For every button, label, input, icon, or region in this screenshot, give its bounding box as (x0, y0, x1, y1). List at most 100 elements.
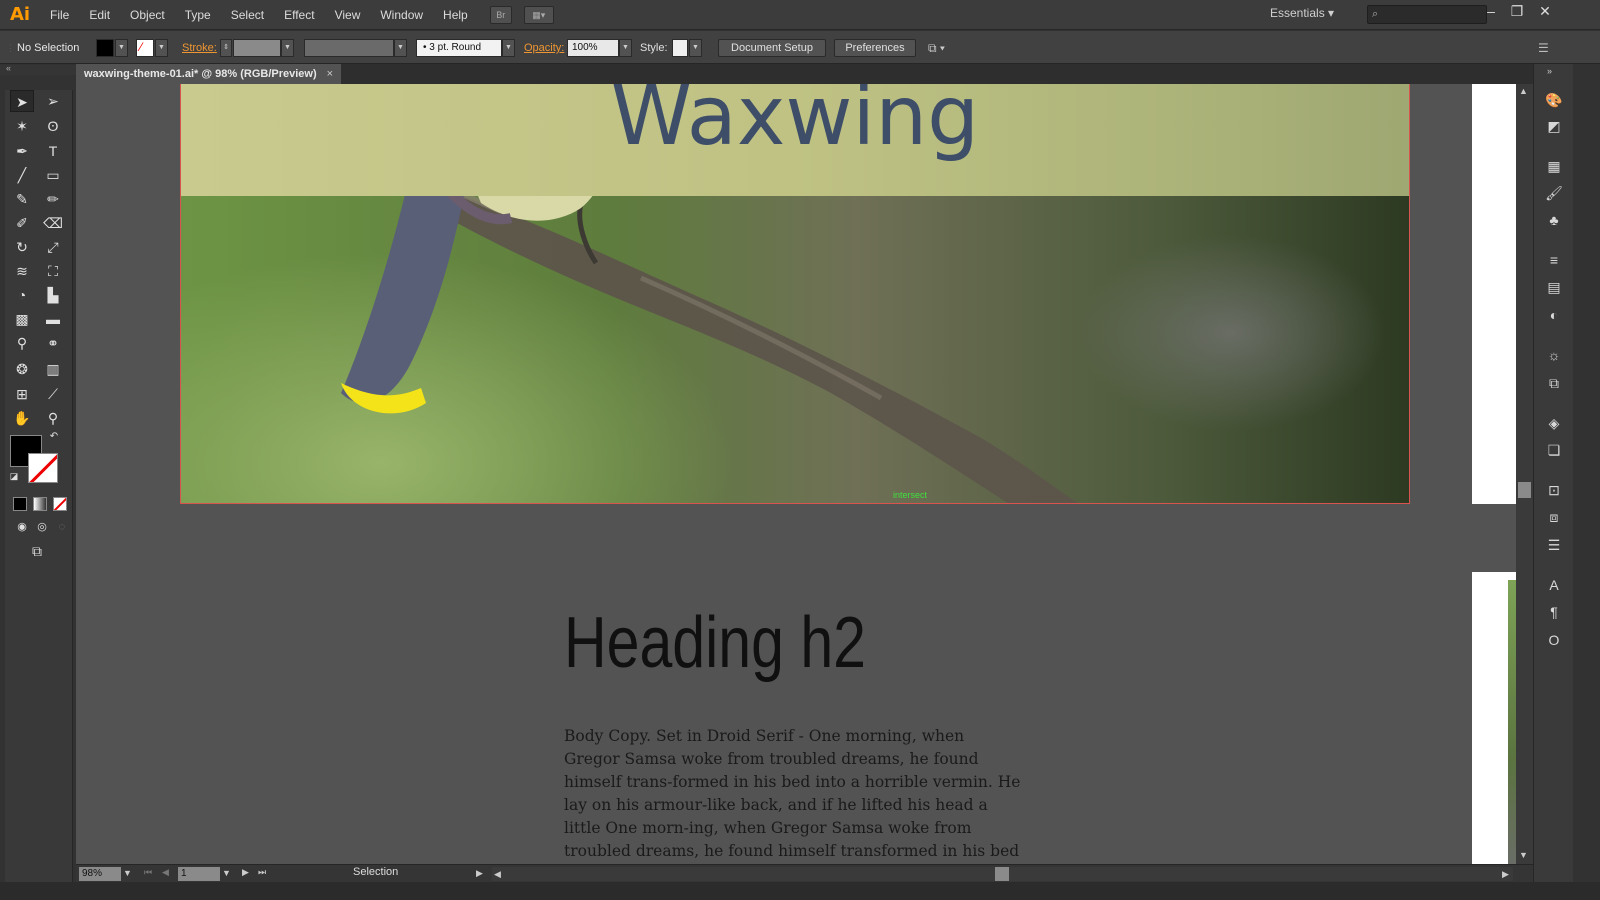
pen-tool-icon[interactable]: ✒ (10, 140, 34, 162)
opentype-panel-icon[interactable]: O (1542, 630, 1566, 650)
hero-artboard[interactable]: Waxwing intersect (180, 84, 1410, 504)
default-colors-icon[interactable]: ◪ (8, 470, 20, 482)
shape-builder-tool-icon[interactable]: ◔ (10, 284, 34, 306)
status-menu-icon[interactable]: ▶ (476, 868, 483, 879)
workspace-switcher[interactable]: Essentials ▾ (1270, 6, 1334, 20)
opacity-label[interactable]: Opacity: (524, 39, 564, 57)
scale-tool-icon[interactable]: ⤢ (41, 236, 65, 258)
zoom-tool-icon[interactable]: ⚲ (41, 407, 65, 429)
menu-select[interactable]: Select (221, 0, 274, 30)
scroll-left-icon[interactable]: ◀ (494, 869, 501, 880)
last-artboard-icon[interactable]: ⏭ (258, 867, 266, 878)
transparency-panel-icon[interactable]: ◐ (1542, 305, 1566, 325)
stroke-color-swatch[interactable]: ⁄ (136, 39, 154, 57)
fill-color-swatch[interactable] (96, 39, 114, 57)
artboards-panel-icon[interactable]: ❏ (1542, 440, 1566, 460)
eyedropper-tool-icon[interactable]: ⚲ (10, 332, 34, 354)
opacity-field[interactable]: 100% (567, 39, 619, 57)
blob-brush-tool-icon[interactable]: ✐ (10, 212, 34, 234)
document-setup-button[interactable]: Document Setup (718, 39, 826, 57)
align-panel-icon[interactable]: ☰ (1542, 535, 1566, 555)
line-tool-icon[interactable]: ╱ (10, 164, 34, 186)
style-dropdown[interactable]: ▼ (689, 39, 702, 57)
vertical-scroll-thumb[interactable] (1518, 482, 1531, 498)
pencil-tool-icon[interactable]: ✏ (41, 188, 65, 210)
menu-view[interactable]: View (325, 0, 371, 30)
appearance-panel-icon[interactable]: ☼ (1542, 345, 1566, 365)
direct-selection-tool-icon[interactable]: ➢ (41, 90, 65, 112)
fill-dropdown[interactable]: ▼ (115, 39, 128, 57)
graphic-style-swatch[interactable] (672, 39, 688, 57)
graphic-styles-icon[interactable]: ⧉ (1542, 373, 1566, 393)
toolbar-collapse-strip[interactable]: « (0, 63, 76, 75)
next-artboard-icon[interactable]: ▶ (242, 867, 249, 878)
previous-artboard-icon[interactable]: ◀ (162, 867, 169, 878)
color-mode-icon[interactable] (13, 497, 27, 511)
stroke-label[interactable]: Stroke: (182, 39, 217, 57)
horizontal-scrollbar[interactable]: ◀ ▶ (492, 867, 1513, 881)
transform-panel-icon[interactable]: ⊡ (1542, 480, 1566, 500)
character-panel-icon[interactable]: A (1542, 575, 1566, 595)
heading-h2-text[interactable]: Heading h2 (564, 602, 866, 684)
first-artboard-icon[interactable]: ⏮ (144, 867, 152, 878)
rotate-tool-icon[interactable]: ↻ (10, 236, 34, 258)
selection-tool-icon[interactable]: ➤ (10, 90, 34, 112)
menu-file[interactable]: File (40, 0, 79, 30)
stroke-weight-field[interactable] (233, 39, 281, 57)
minimize-button[interactable]: – (1478, 3, 1504, 23)
variable-width-profile[interactable] (304, 39, 394, 57)
layers-panel-icon[interactable]: ◈ (1542, 413, 1566, 433)
swap-fill-stroke-icon[interactable]: ↶ (47, 430, 61, 444)
symbols-panel-icon[interactable]: ♣ (1542, 210, 1566, 230)
pathfinder-panel-icon[interactable]: ⧈ (1542, 507, 1566, 527)
expand-panels-icon[interactable]: » (1547, 66, 1552, 76)
mesh-tool-icon[interactable]: ▩ (10, 308, 34, 330)
hero-title[interactable]: Waxwing (181, 84, 1409, 164)
perspective-grid-tool-icon[interactable]: ▙ (41, 284, 65, 306)
artboard-number-field[interactable]: 1 (178, 867, 220, 881)
brush-dropdown[interactable]: ▼ (502, 39, 515, 57)
slice-tool-icon[interactable]: ⟋ (41, 383, 65, 405)
magic-wand-tool-icon[interactable]: ✶ (10, 115, 34, 137)
canvas[interactable]: Waxwing intersect Heading h2 Body Copy. … (76, 84, 1516, 864)
free-transform-tool-icon[interactable]: ⛶ (41, 260, 65, 282)
gradient-panel-icon[interactable]: ▤ (1542, 277, 1566, 297)
rectangle-tool-icon[interactable]: ▭ (41, 164, 65, 186)
restore-button[interactable]: ❐ (1504, 3, 1530, 23)
scroll-down-icon[interactable]: ▼ (1519, 850, 1528, 860)
variable-width-dropdown[interactable]: ▼ (394, 39, 407, 57)
type-tool-icon[interactable]: T (41, 140, 65, 162)
preferences-button[interactable]: Preferences (834, 39, 916, 57)
scroll-right-icon[interactable]: ▶ (1502, 869, 1509, 880)
adjacent-artboard-top[interactable] (1472, 84, 1516, 504)
panel-menu-icon[interactable]: ☰ (1538, 39, 1549, 57)
draw-inside-icon[interactable]: ◌ (50, 516, 74, 538)
paintbrush-tool-icon[interactable]: ✎ (10, 188, 34, 210)
zoom-dropdown-icon[interactable]: ▼ (123, 868, 132, 878)
body-copy-text[interactable]: Body Copy. Set in Droid Serif - One morn… (564, 725, 1024, 864)
menu-help[interactable]: Help (433, 0, 478, 30)
brushes-panel-icon[interactable]: 🖌 (1542, 183, 1566, 203)
menu-object[interactable]: Object (120, 0, 175, 30)
arrange-documents-button[interactable]: ▦▾ (523, 5, 554, 24)
artboard-tool-icon[interactable]: ⊞ (10, 383, 34, 405)
stroke-panel-icon[interactable]: ≡ (1542, 250, 1566, 270)
artboard-dropdown-icon[interactable]: ▼ (222, 868, 231, 878)
stroke-weight-stepper[interactable]: ⇕ (220, 39, 232, 57)
horizontal-scroll-thumb[interactable] (995, 867, 1009, 881)
width-tool-icon[interactable]: ≋ (10, 260, 34, 282)
color-panel-icon[interactable]: 🎨 (1542, 90, 1566, 110)
document-tab[interactable]: waxwing-theme-01.ai* @ 98% (RGB/Preview)… (76, 64, 341, 84)
scroll-up-icon[interactable]: ▲ (1519, 86, 1528, 96)
arrange-icon[interactable]: ⧉ ▾ (928, 39, 945, 57)
menu-effect[interactable]: Effect (274, 0, 324, 30)
paragraph-panel-icon[interactable]: ¶ (1542, 602, 1566, 622)
vertical-scrollbar[interactable]: ▲ ▼ (1516, 84, 1533, 864)
bridge-button[interactable]: Br (489, 5, 512, 24)
close-window-button[interactable]: ✕ (1532, 3, 1558, 23)
swatches-panel-icon[interactable]: ▦ (1542, 156, 1566, 176)
column-graph-tool-icon[interactable]: ▥ (41, 358, 65, 380)
none-mode-icon[interactable] (53, 497, 67, 511)
stroke-color-box[interactable] (28, 453, 58, 483)
close-tab-icon[interactable]: × (327, 64, 333, 84)
